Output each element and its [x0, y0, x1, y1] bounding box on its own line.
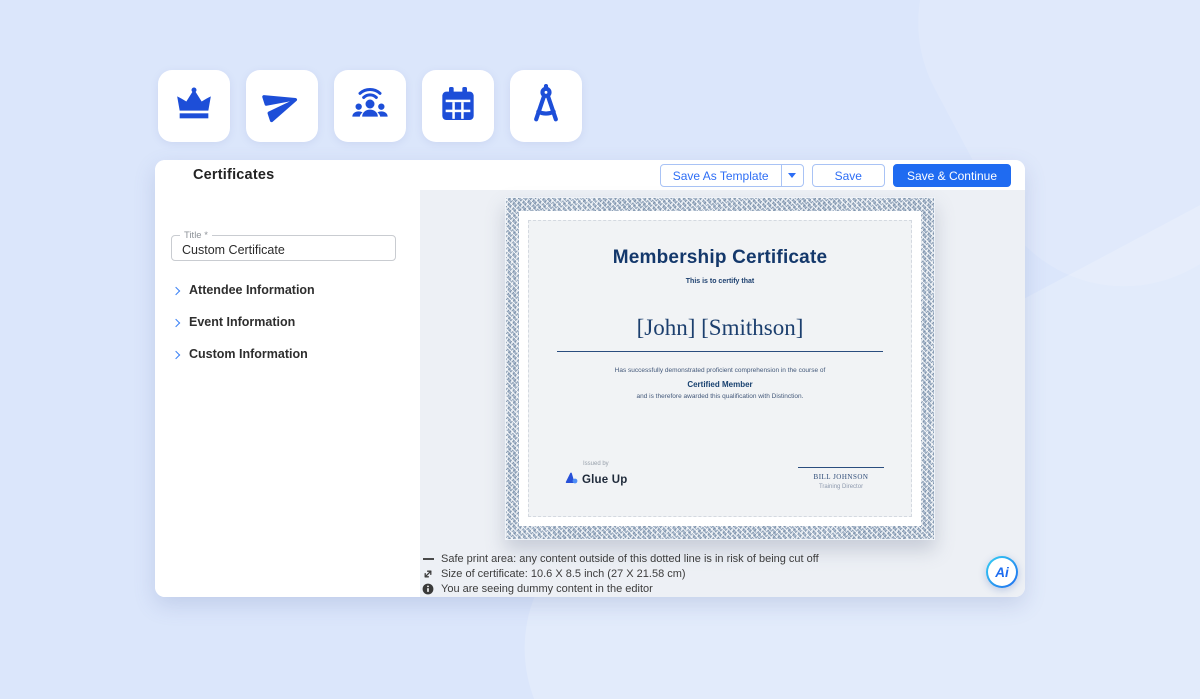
- sidebar-section-attendee-information[interactable]: Attendee Information: [173, 282, 315, 298]
- paper-plane-icon: [262, 84, 302, 129]
- ai-logo: Ai: [995, 565, 1009, 580]
- module-nav: [158, 70, 582, 142]
- certificate-ornamental-border: Membership Certificate This is to certif…: [505, 197, 935, 540]
- panel-header: Certificates Save As Template Save Save …: [155, 160, 1025, 190]
- certificate-subtitle-text[interactable]: This is to certify that: [529, 278, 911, 285]
- chevron-right-icon: [172, 350, 180, 358]
- editor-sidebar: Title * Attendee Information Event Infor…: [155, 190, 420, 597]
- note-text: You are seeing dummy content in the edit…: [441, 583, 653, 595]
- signatory-name-text: BILL JOHNSON: [798, 473, 884, 481]
- calendar-icon: [438, 84, 478, 129]
- chevron-down-icon: [788, 173, 796, 178]
- issuer-name-text: Glue Up: [582, 474, 628, 486]
- certificate-paper: Membership Certificate This is to certif…: [519, 211, 921, 526]
- sidebar-section-label: Custom Information: [189, 347, 308, 361]
- title-input[interactable]: [172, 243, 372, 261]
- issued-by-label: Issued by: [583, 461, 628, 467]
- crown-icon: [174, 84, 214, 129]
- resize-icon: [422, 568, 434, 580]
- save-button[interactable]: Save: [812, 164, 885, 187]
- drafting-compass-icon: [526, 84, 566, 129]
- glueup-logo-icon: [565, 471, 578, 489]
- save-as-template-menu-button[interactable]: [781, 165, 803, 186]
- note-certificate-size: Size of certificate: 10.6 X 8.5 inch (27…: [422, 567, 686, 580]
- nav-card-campaigns[interactable]: [246, 70, 318, 142]
- save-as-template-button[interactable]: Save As Template: [661, 165, 781, 186]
- dashed-line-icon: [422, 558, 434, 560]
- title-field-wrapper: Title *: [171, 230, 396, 261]
- save-and-continue-button[interactable]: Save & Continue: [893, 164, 1011, 187]
- certificate-body-line1[interactable]: Has successfully demonstrated proficient…: [529, 367, 911, 374]
- audience-broadcast-icon: [350, 84, 390, 129]
- sidebar-section-label: Attendee Information: [189, 283, 315, 297]
- ai-assistant-button[interactable]: Ai: [986, 556, 1018, 588]
- recipient-name-text[interactable]: [John] [Smithson]: [529, 315, 911, 341]
- chevron-right-icon: [172, 318, 180, 326]
- nav-card-membership[interactable]: [158, 70, 230, 142]
- certificate-title-text[interactable]: Membership Certificate: [529, 247, 911, 269]
- certificates-panel: Certificates Save As Template Save Save …: [155, 160, 1025, 597]
- save-as-template-split-button: Save As Template: [660, 164, 804, 187]
- certificate-preview-area: Membership Certificate This is to certif…: [420, 190, 1025, 597]
- signatory-title-text: Training Director: [798, 484, 884, 490]
- chevron-right-icon: [172, 286, 180, 294]
- nav-card-projects[interactable]: [510, 70, 582, 142]
- signature-line: [798, 467, 884, 468]
- note-text: Safe print area: any content outside of …: [441, 553, 819, 565]
- certificate-body-line2[interactable]: and is therefore awarded this qualificat…: [529, 393, 911, 400]
- certificate-canvas[interactable]: Membership Certificate This is to certif…: [505, 197, 935, 540]
- award-title-text[interactable]: Certified Member: [529, 380, 911, 389]
- page-title: Certificates: [193, 167, 274, 183]
- info-icon: [422, 583, 434, 595]
- note-text: Size of certificate: 10.6 X 8.5 inch (27…: [441, 568, 686, 580]
- sidebar-section-custom-information[interactable]: Custom Information: [173, 346, 308, 362]
- safe-print-area: Membership Certificate This is to certif…: [528, 220, 912, 517]
- header-actions: Save As Template Save Save & Continue: [660, 164, 1011, 187]
- issuer-block[interactable]: Issued by Glue Up: [565, 461, 628, 489]
- title-field-label: Title *: [180, 230, 212, 241]
- nav-card-calendar[interactable]: [422, 70, 494, 142]
- sidebar-section-event-information[interactable]: Event Information: [173, 314, 295, 330]
- sidebar-section-label: Event Information: [189, 315, 295, 329]
- note-dummy-content: You are seeing dummy content in the edit…: [422, 582, 653, 595]
- name-underline: [557, 351, 883, 352]
- app-window: Certificates Save As Template Save Save …: [0, 0, 1200, 699]
- nav-card-events[interactable]: [334, 70, 406, 142]
- note-safe-print-area: Safe print area: any content outside of …: [422, 552, 819, 565]
- signature-block[interactable]: BILL JOHNSON Training Director: [798, 467, 884, 490]
